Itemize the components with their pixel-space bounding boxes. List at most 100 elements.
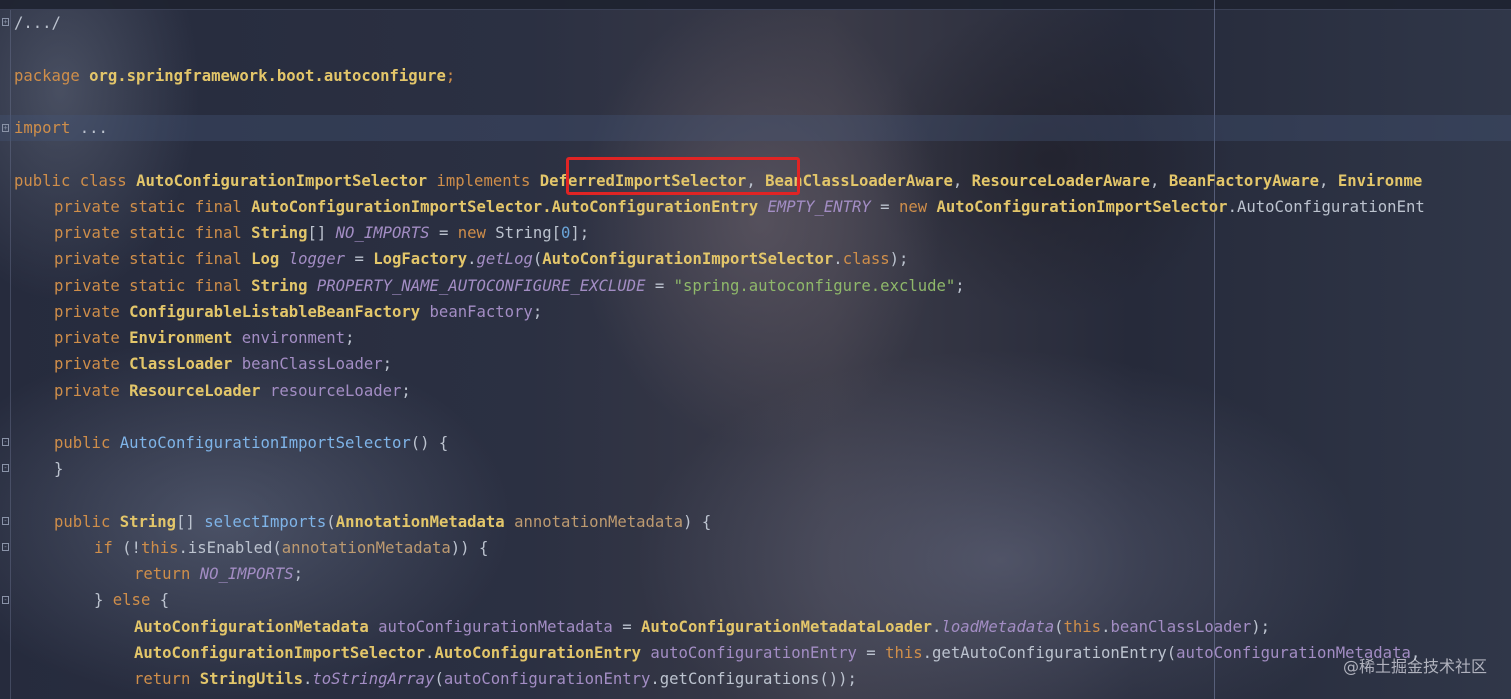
code-token: logger (288, 250, 346, 268)
code-token: loadMetadata (941, 618, 1055, 636)
code-token: ; (955, 277, 965, 295)
code-line[interactable]: private ConfigurableListableBeanFactory … (54, 299, 542, 325)
code-token: , (1319, 172, 1338, 190)
code-token: new (898, 198, 937, 216)
code-token: new (457, 224, 496, 242)
current-line-highlight (0, 115, 1511, 141)
code-line[interactable]: AutoConfigurationImportSelector.AutoConf… (134, 640, 1430, 666)
code-token: ) { (683, 513, 712, 531)
code-token: } (54, 460, 64, 478)
code-token: autoConfigurationEntry (650, 644, 857, 662)
fold-collapse-icon[interactable]: - (2, 517, 9, 525)
code-token: private (54, 382, 130, 400)
fold-collapse-icon[interactable]: - (2, 596, 9, 604)
code-token: return (134, 670, 200, 688)
code-line[interactable]: } else { (94, 587, 169, 613)
fold-collapse-icon[interactable]: - (2, 438, 9, 446)
code-token: .AutoConfigurationEnt (1227, 198, 1425, 216)
code-token: private (54, 355, 130, 373)
code-token: ; (401, 382, 411, 400)
code-token: private static final (54, 224, 252, 242)
code-line[interactable]: return NO_IMPORTS; (134, 561, 303, 587)
code-token: .getConfigurations()); (650, 670, 857, 688)
fold-expand-icon[interactable]: + (2, 124, 9, 132)
code-token: AnnotationMetadata (335, 513, 515, 531)
code-token: private static final (54, 250, 252, 268)
code-token: beanClassLoader (241, 355, 383, 373)
code-token: beanClassLoader (1110, 618, 1252, 636)
code-line[interactable]: private ResourceLoader resourceLoader; (54, 378, 411, 404)
code-token: private static final (54, 198, 252, 216)
code-token: ( (434, 670, 444, 688)
code-token: String[ (495, 224, 562, 242)
code-token: Environment (129, 329, 242, 347)
code-token: ); (1251, 618, 1271, 636)
code-line[interactable]: private ClassLoader beanClassLoader; (54, 351, 392, 377)
code-token: = (612, 618, 641, 636)
code-line[interactable]: private static final String PROPERTY_NAM… (54, 273, 965, 299)
code-line[interactable]: AutoConfigurationMetadata autoConfigurat… (134, 614, 1270, 640)
code-token: ; (345, 329, 355, 347)
code-token: (! (122, 539, 141, 557)
code-token: ClassLoader (129, 355, 242, 373)
code-token: annotationMetadata (281, 539, 451, 557)
fold-collapse-icon[interactable]: - (2, 464, 9, 472)
gutter-border (10, 10, 11, 699)
code-token: return (134, 565, 200, 583)
code-token: . (833, 250, 843, 268)
code-token: this (140, 539, 179, 557)
code-token: = (645, 277, 674, 295)
code-token: public (54, 434, 120, 452)
code-token: ConfigurableListableBeanFactory (129, 303, 430, 321)
editor-top-edge (0, 0, 1511, 10)
code-token: = (429, 224, 458, 242)
code-token: [] (307, 224, 336, 242)
code-line[interactable]: } (54, 456, 63, 482)
code-token: selectImports (204, 513, 327, 531)
code-token: else (112, 591, 160, 609)
code-token: () { (410, 434, 449, 452)
code-token: beanFactory (429, 303, 533, 321)
code-token: NO_IMPORTS (199, 565, 294, 583)
code-token: ResourceLoader (129, 382, 270, 400)
code-token: 0 (561, 224, 571, 242)
fold-collapse-icon[interactable]: - (2, 543, 9, 551)
code-line[interactable]: private Environment environment; (54, 325, 354, 351)
code-token: Environme (1337, 172, 1423, 190)
code-token: NO_IMPORTS (335, 224, 430, 242)
code-token: public (54, 513, 120, 531)
code-token: AutoConfigurationImportSelector (136, 172, 437, 190)
code-token: private (54, 329, 130, 347)
code-token: = (856, 644, 886, 662)
code-line[interactable]: package org.springframework.boot.autocon… (14, 63, 455, 89)
code-line[interactable]: public AutoConfigurationImportSelector()… (54, 430, 448, 456)
code-line[interactable]: private static final String[] NO_IMPORTS… (54, 220, 589, 246)
code-token: ; (445, 67, 456, 85)
code-line[interactable]: if (!this.isEnabled(annotationMetadata))… (94, 535, 488, 561)
code-token: this (885, 644, 923, 662)
code-line[interactable]: private static final Log logger = LogFac… (54, 246, 908, 272)
code-token: package (14, 67, 90, 85)
code-line[interactable]: private static final AutoConfigurationIm… (54, 194, 1425, 220)
code-token: = (870, 198, 899, 216)
code-line[interactable]: /.../ (14, 10, 61, 36)
code-line[interactable]: public String[] selectImports(Annotation… (54, 509, 711, 535)
code-token: /.../ (14, 14, 61, 32)
code-token: . (303, 670, 313, 688)
code-token: AutoConfigurationImportSelector (119, 434, 411, 452)
code-token: String (251, 277, 317, 295)
code-token: AutoConfigurationMetadata (134, 618, 379, 636)
code-token: AutoConfigurationImportSelector (542, 250, 834, 268)
code-line[interactable]: import ... (14, 115, 108, 141)
code-token: .getAutoConfigurationEntry( (922, 644, 1177, 662)
highlight-box-deferred-import-selector (566, 157, 800, 195)
code-token: annotationMetadata (514, 513, 684, 531)
code-line[interactable]: return StringUtils.toStringArray(autoCon… (134, 666, 857, 692)
code-token: ; (532, 303, 543, 321)
code-token: autoConfigurationMetadata (378, 618, 613, 636)
fold-expand-icon[interactable]: + (2, 18, 9, 26)
watermark: @稀土掘金技术社区 (1342, 657, 1487, 676)
code-token: [] (176, 513, 205, 531)
code-token: autoConfigurationEntry (443, 670, 651, 688)
code-token: if (94, 539, 123, 557)
